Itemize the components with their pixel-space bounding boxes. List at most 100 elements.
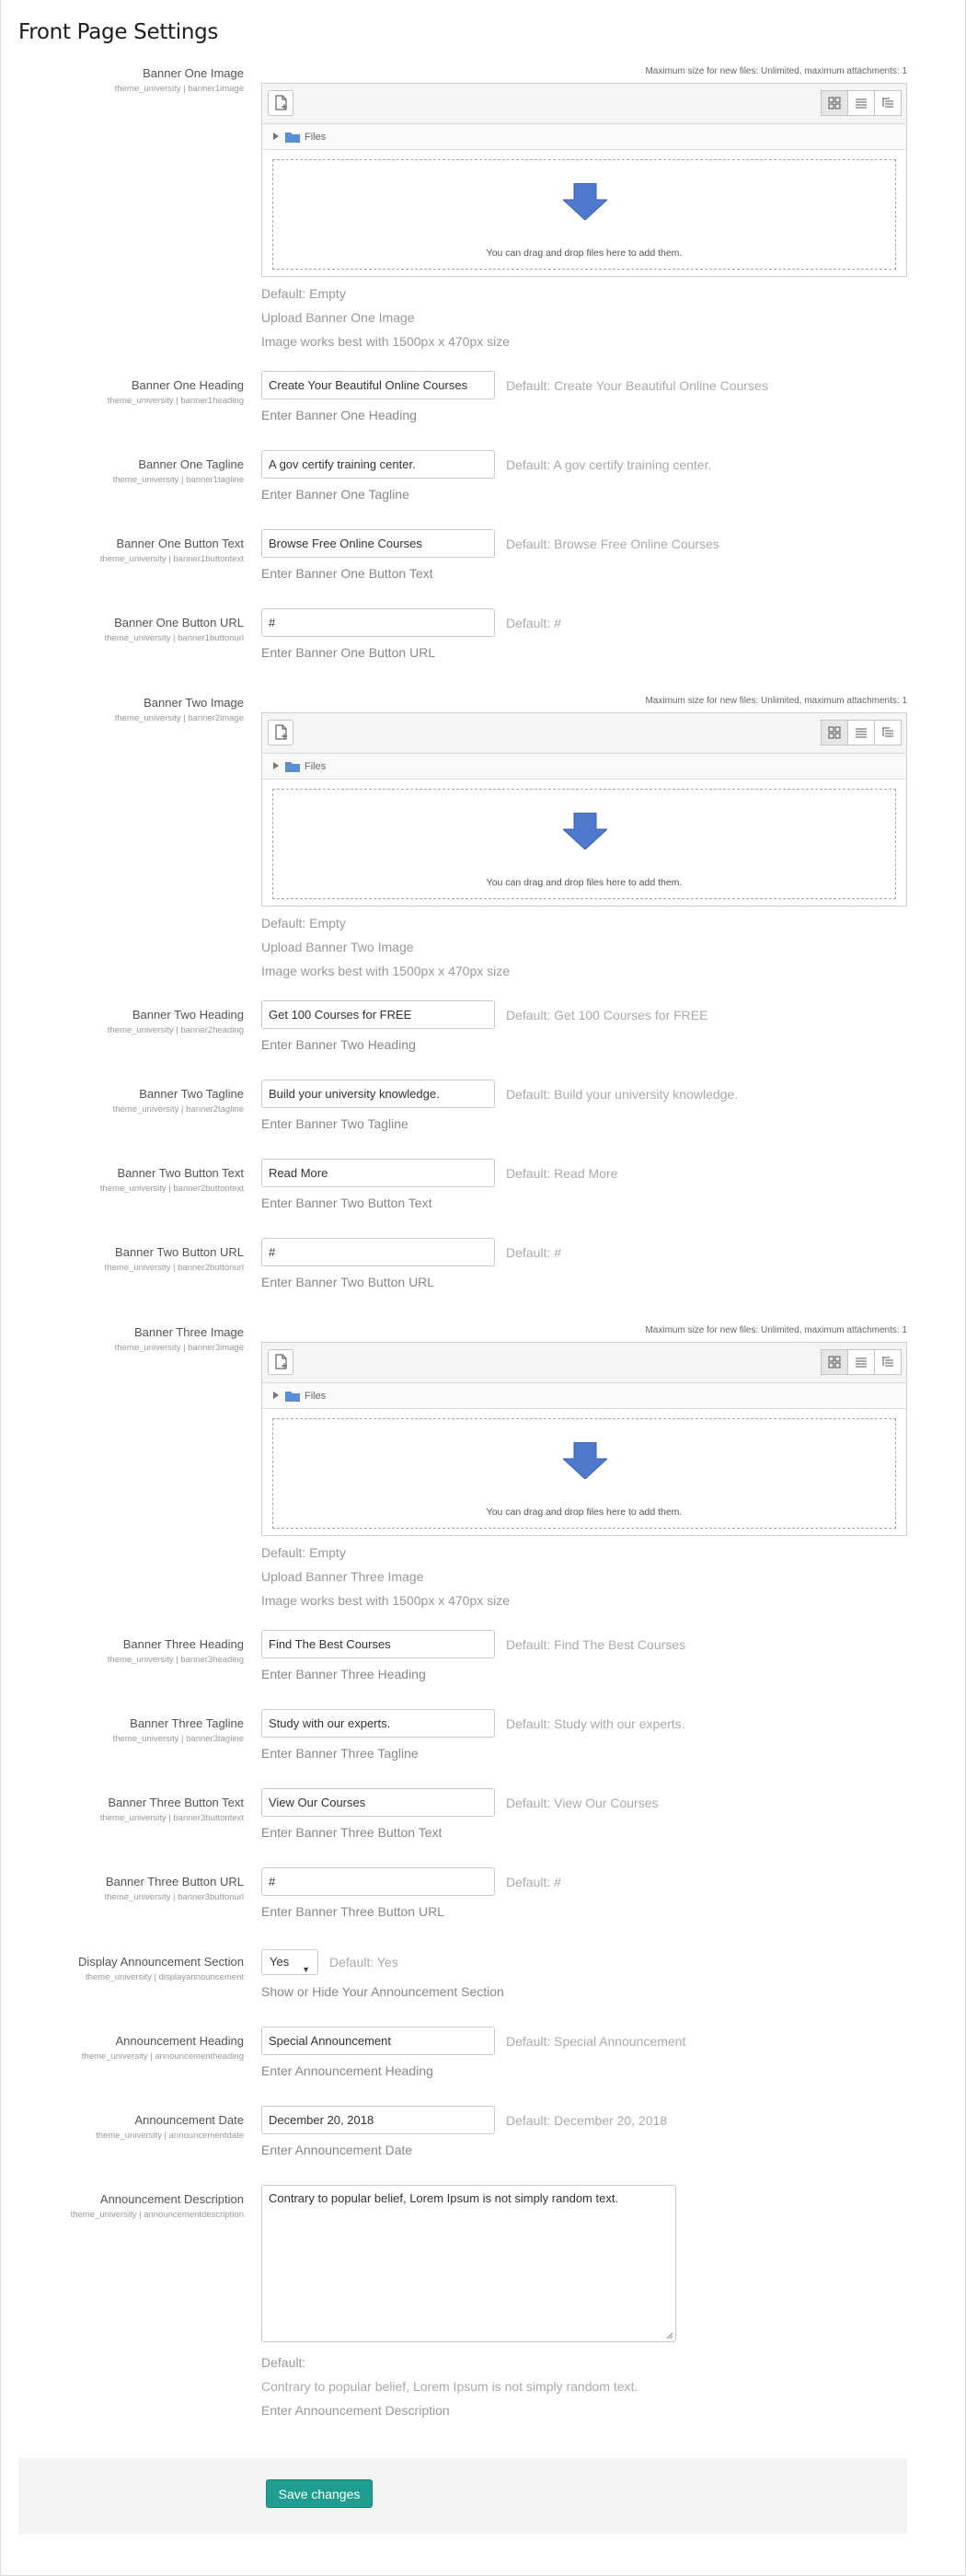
banner1-heading-input[interactable]: Create Your Beautiful Online Courses bbox=[261, 371, 495, 399]
setting-label: Banner One Button URL bbox=[114, 616, 244, 630]
banner1-buttonurl-input[interactable]: # bbox=[261, 608, 495, 637]
tree-view-button[interactable] bbox=[874, 720, 902, 745]
setting-label: Banner One Heading bbox=[131, 378, 244, 392]
setting-description: Upload Banner One Image bbox=[261, 310, 415, 325]
files-label: Files bbox=[305, 132, 327, 143]
announcement-heading-input[interactable]: Special Announcement bbox=[261, 2027, 495, 2055]
setting-key: theme_university | banner2buttontext bbox=[99, 1184, 244, 1194]
setting-description: Enter Banner Three Button URL bbox=[261, 1904, 444, 1919]
form-footer: Save changes bbox=[18, 2458, 907, 2534]
icons-view-button[interactable] bbox=[821, 1349, 848, 1375]
add-file-icon bbox=[275, 724, 287, 740]
list-view-button[interactable] bbox=[847, 1349, 875, 1375]
default-value: Default: Empty bbox=[261, 916, 346, 930]
add-file-button[interactable] bbox=[268, 90, 293, 116]
icons-view-button[interactable] bbox=[821, 90, 848, 116]
banner3-buttontext-input[interactable]: View Our Courses bbox=[261, 1788, 495, 1817]
icons-view-button[interactable] bbox=[821, 720, 848, 745]
folder-icon bbox=[285, 761, 300, 775]
setting-label: Banner Two Tagline bbox=[139, 1087, 244, 1101]
folder-icon bbox=[285, 1391, 300, 1404]
announcement-description-textarea[interactable]: Contrary to popular belief, Lorem Ipsum … bbox=[261, 2185, 676, 2342]
drop-zone[interactable]: You can drag and drop files here to add … bbox=[272, 159, 896, 270]
setting-label: Banner Three Button URL bbox=[105, 1875, 244, 1889]
banner1-tagline-input[interactable]: A gov certify training center. bbox=[261, 450, 495, 479]
default-value: Default: # bbox=[506, 1874, 561, 1889]
expand-arrow-icon[interactable] bbox=[273, 133, 279, 140]
setting-key: theme_university | banner2buttonurl bbox=[104, 1263, 244, 1273]
setting-key: theme_university | banner3heading bbox=[107, 1655, 244, 1665]
banner2-buttonurl-input[interactable]: # bbox=[261, 1238, 495, 1266]
filemanager-path[interactable]: Files bbox=[262, 1383, 906, 1409]
banner3-heading-input[interactable]: Find The Best Courses bbox=[261, 1630, 495, 1658]
tree-icon bbox=[882, 98, 893, 108]
default-value: Default: A gov certify training center. bbox=[506, 456, 712, 472]
setting-description: Enter Announcement Heading bbox=[261, 2063, 433, 2078]
default-value: Default: Special Announcement bbox=[506, 2033, 686, 2049]
setting-description: Enter Banner Two Heading bbox=[261, 1037, 416, 1052]
select-value: Yes bbox=[270, 1955, 290, 1969]
announcement-date-input[interactable]: December 20, 2018 bbox=[261, 2106, 495, 2134]
setting-label: Banner Three Button Text bbox=[108, 1796, 244, 1809]
banner3-filemanager[interactable]: Files You can drag and drop files here t… bbox=[261, 1342, 907, 1536]
tree-icon bbox=[882, 1357, 893, 1367]
setting-key: theme_university | banner1heading bbox=[107, 396, 244, 406]
grid-icon bbox=[828, 97, 841, 110]
banner2-buttontext-input[interactable]: Read More bbox=[261, 1159, 495, 1187]
default-value: Default: December 20, 2018 bbox=[506, 2112, 668, 2128]
setting-description: Enter Banner One Button Text bbox=[261, 566, 433, 581]
setting-description: Image works best with 1500px x 470px siz… bbox=[261, 334, 511, 349]
filemanager-toolbar bbox=[262, 713, 906, 754]
max-size-note: Maximum size for new files: Unlimited, m… bbox=[645, 696, 907, 706]
filemanager-toolbar bbox=[262, 84, 906, 124]
folder-icon bbox=[285, 132, 300, 145]
setting-key: theme_university | banner3buttonurl bbox=[104, 1892, 244, 1902]
banner1-filemanager[interactable]: Files You can drag and drop files here t… bbox=[261, 83, 907, 277]
display-announcement-select[interactable]: Yes ▼ bbox=[261, 1949, 318, 1975]
filemanager-path[interactable]: Files bbox=[262, 754, 906, 780]
add-file-button[interactable] bbox=[268, 720, 293, 745]
filemanager-path[interactable]: Files bbox=[262, 124, 906, 150]
setting-description: Enter Banner One Tagline bbox=[261, 487, 409, 502]
default-value: Default: Build your university knowledge… bbox=[506, 1086, 739, 1102]
banner2-heading-input[interactable]: Get 100 Courses for FREE bbox=[261, 1000, 495, 1029]
setting-label: Banner Two Heading bbox=[132, 1008, 244, 1022]
setting-key: theme_university | banner1buttontext bbox=[99, 554, 244, 564]
drop-zone[interactable]: You can drag and drop files here to add … bbox=[272, 1418, 896, 1529]
default-value: Default: Get 100 Courses for FREE bbox=[506, 1007, 708, 1022]
setting-label: Announcement Date bbox=[134, 2113, 244, 2127]
add-file-icon bbox=[275, 1354, 287, 1369]
list-view-button[interactable] bbox=[847, 90, 875, 116]
setting-key: theme_university | announcementdate bbox=[96, 2131, 244, 2141]
setting-description: Enter Banner Three Tagline bbox=[261, 1746, 419, 1761]
default-value: Default: Find The Best Courses bbox=[506, 1636, 686, 1652]
banner2-tagline-input[interactable]: Build your university knowledge. bbox=[261, 1080, 495, 1108]
banner2-filemanager[interactable]: Files You can drag and drop files here t… bbox=[261, 712, 907, 907]
default-value: Default: Browse Free Online Courses bbox=[506, 536, 719, 551]
setting-description: Upload Banner Two Image bbox=[261, 940, 414, 954]
banner3-tagline-input[interactable]: Study with our experts. bbox=[261, 1709, 495, 1738]
save-button[interactable]: Save changes bbox=[266, 2479, 373, 2508]
setting-description: Enter Banner Two Button Text bbox=[261, 1196, 432, 1210]
resize-handle-icon[interactable] bbox=[665, 2331, 673, 2339]
setting-label: Display Announcement Section bbox=[78, 1955, 244, 1969]
view-switcher bbox=[821, 1349, 902, 1375]
tree-view-button[interactable] bbox=[874, 90, 902, 116]
default-value: Default: # bbox=[506, 615, 561, 630]
tree-view-button[interactable] bbox=[874, 1349, 902, 1375]
default-value: Default: Yes bbox=[329, 1955, 398, 1970]
drop-zone[interactable]: You can drag and drop files here to add … bbox=[272, 789, 896, 899]
expand-arrow-icon[interactable] bbox=[273, 762, 279, 769]
list-view-button[interactable] bbox=[847, 720, 875, 745]
drop-text: You can drag and drop files here to add … bbox=[486, 1507, 683, 1518]
banner3-buttonurl-input[interactable]: # bbox=[261, 1867, 495, 1896]
view-switcher bbox=[821, 720, 902, 745]
add-file-button[interactable] bbox=[268, 1349, 293, 1375]
setting-key: theme_university | banner3image bbox=[114, 1343, 244, 1353]
expand-arrow-icon[interactable] bbox=[273, 1392, 279, 1399]
setting-label: Banner One Image bbox=[143, 66, 244, 80]
setting-key: theme_university | banner2heading bbox=[107, 1025, 244, 1035]
setting-description: Enter Banner Three Heading bbox=[261, 1667, 426, 1681]
setting-label: Banner Three Tagline bbox=[130, 1716, 244, 1730]
banner1-buttontext-input[interactable]: Browse Free Online Courses bbox=[261, 529, 495, 558]
